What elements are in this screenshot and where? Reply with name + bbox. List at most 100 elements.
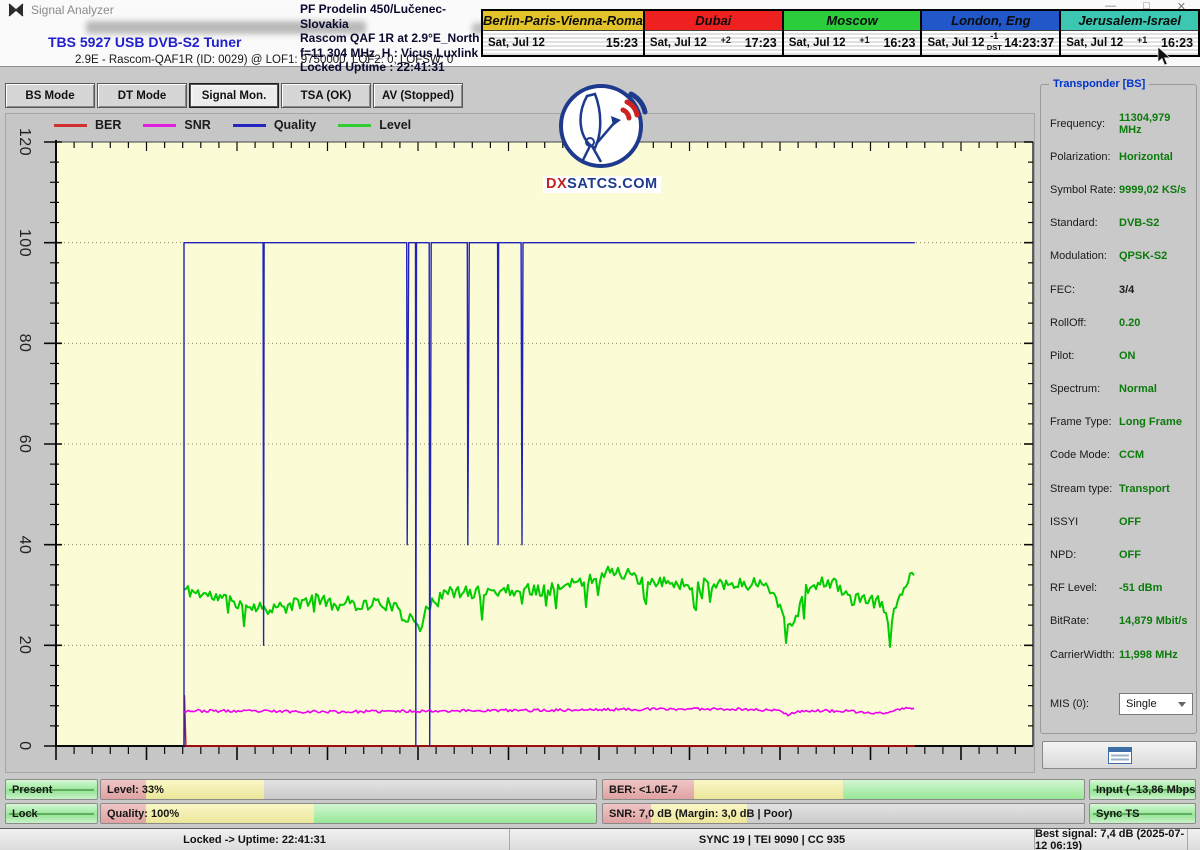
bar-level: Level: 33% (100, 779, 597, 800)
tab-bs-mode[interactable]: BS Mode (5, 83, 95, 108)
bar-snr: SNR: 7,0 dB (Margin: 3,0 dB | Poor) (602, 803, 1085, 824)
transponder-row: FEC:3/4 (1041, 273, 1196, 306)
signal-monitor-chart: BERSNRQualityLevel 020406080100120 (5, 113, 1035, 773)
field-label: Polarization: (1041, 151, 1119, 163)
mode-tabs: BS ModeDT ModeSignal Mon.TSA (OK)AV (Sto… (5, 83, 463, 108)
statusbar-spacer (1188, 829, 1200, 850)
bar-sync-ts: Sync TS (1089, 803, 1196, 824)
bar-quality: Quality: 100% (100, 803, 597, 824)
transponder-row: Symbol Rate:9999,02 KS/s (1041, 173, 1196, 206)
bar-ber: BER: <1.0E-7 (602, 779, 1085, 800)
field-value: 3/4 (1119, 284, 1134, 296)
bar-label: BER: <1.0E-7 (609, 780, 678, 800)
transponder-row: Stream type:Transport (1041, 472, 1196, 505)
info-line: Locked Uptime : 22:41:31 (300, 60, 485, 75)
tab-dt-mode[interactable]: DT Mode (97, 83, 187, 108)
legend-item-ber: BER (54, 118, 121, 132)
app-icon (8, 3, 24, 17)
y-tick-label: 120 (17, 125, 33, 159)
transponder-row: NPD:OFF (1041, 538, 1196, 571)
field-value: OFF (1119, 549, 1141, 561)
tab-signal-mon-[interactable]: Signal Mon. (189, 83, 279, 108)
transponder-panel: Transponder [BS] Frequency:11304,979 MHz… (1040, 84, 1197, 734)
bar-label: Input (~13,86 Mbps) (1096, 780, 1196, 800)
clock-time-row: Sat, Jul 12+116:23 (784, 30, 921, 55)
transponder-row: Pilot:ON (1041, 339, 1196, 372)
field-value: CCM (1119, 449, 1144, 461)
chart-plot (6, 114, 1036, 774)
field-label: Pilot: (1041, 350, 1119, 362)
clock-city-label: Jerusalem-Israel (1061, 11, 1198, 30)
clock-time: 16:23 (883, 36, 915, 50)
statusbar: Locked -> Uptime: 22:41:31 SYNC 19 | TEI… (0, 828, 1200, 850)
field-value: 14,879 Mbit/s (1119, 615, 1187, 627)
transport-stream-button[interactable] (1042, 741, 1197, 769)
clock-time: 17:23 (745, 36, 777, 50)
legend-swatch (143, 124, 176, 127)
clock-time-row: Sat, Jul 12-1DST14:23:37 (922, 30, 1059, 55)
legend-item-level: Level (338, 118, 411, 132)
satellite-dish-icon (543, 82, 659, 170)
clock-offset-value: +1 (859, 35, 869, 45)
field-value: DVB-S2 (1119, 217, 1159, 229)
clock-utc-offset: -1DST (984, 35, 1004, 51)
field-value: Normal (1119, 383, 1157, 395)
field-value: 11,998 MHz (1119, 649, 1178, 661)
field-label: ISSYI (1041, 516, 1119, 528)
bar-lock: Lock (5, 803, 98, 824)
chart-legend: BER SNR Quality Level (54, 118, 411, 132)
field-label: Frequency: (1041, 118, 1119, 130)
field-value: 11304,979 MHz (1119, 112, 1196, 136)
tab-tsa-ok-[interactable]: TSA (OK) (281, 83, 371, 108)
bar-label: Level: 33% (107, 780, 164, 800)
field-label: Frame Type: (1041, 416, 1119, 428)
y-tick-label: 0 (17, 729, 33, 763)
clock-offset-value: +1 (1137, 35, 1147, 45)
transponder-row: Standard:DVB-S2 (1041, 207, 1196, 240)
list-icon (1108, 747, 1132, 764)
clock-city-label: London, Eng (922, 11, 1059, 30)
window-title: Signal Analyzer (31, 3, 114, 17)
tab-av-stopped-[interactable]: AV (Stopped) (373, 83, 463, 108)
transponder-row: Frame Type:Long Frame (1041, 406, 1196, 439)
statusbar-uptime: Locked -> Uptime: 22:41:31 (0, 829, 510, 850)
clock-date: Sat, Jul 12 (488, 37, 545, 49)
clock-dst-label: DST (984, 44, 1004, 51)
field-value: QPSK-S2 (1119, 250, 1167, 262)
clock-utc-offset: +2 (707, 39, 745, 48)
field-value: 0.20 (1119, 317, 1140, 329)
clock-time-row: Sat, Jul 1215:23 (483, 30, 643, 55)
y-tick-label: 20 (17, 628, 33, 662)
clock-dubai: DubaiSat, Jul 12+217:23 (645, 11, 782, 55)
legend-swatch (233, 124, 266, 127)
legend-label: Level (379, 118, 411, 132)
field-label: Modulation: (1041, 250, 1119, 262)
bar-segment-yellow (694, 780, 843, 799)
field-label: Stream type: (1041, 483, 1119, 495)
bar-label: Quality: 100% (107, 804, 179, 824)
legend-item-snr: SNR (143, 118, 210, 132)
transponder-row: Polarization:Horizontal (1041, 140, 1196, 173)
bar-label: Present (12, 780, 52, 800)
clock-city-label: Dubai (645, 11, 782, 30)
info-line: f=11 304 MHz_H : Vicus Luxlink (300, 46, 485, 61)
transponder-row-mis: MIS (0):Single (1041, 687, 1196, 720)
clock-utc-offset: +1 (846, 39, 884, 48)
clock-offset-value: -1 (990, 31, 998, 41)
transponder-row: RollOff:0.20 (1041, 306, 1196, 339)
mis-dropdown[interactable]: Single (1119, 693, 1193, 715)
legend-label: Quality (274, 118, 316, 132)
y-tick-label: 80 (17, 326, 33, 360)
bar-label: Lock (12, 804, 38, 824)
field-label: CarrierWidth: (1041, 649, 1119, 661)
transponder-fields: Frequency:11304,979 MHzPolarization:Hori… (1041, 107, 1196, 720)
field-label: RollOff: (1041, 317, 1119, 329)
world-clocks: Berlin-Paris-Vienna-RomaSat, Jul 1215:23… (481, 9, 1200, 57)
field-label: Code Mode: (1041, 449, 1119, 461)
satellite-info-block: PF Prodelin 450/Lučenec-SlovakiaRascom Q… (300, 2, 485, 75)
transponder-panel-title: Transponder [BS] (1049, 78, 1149, 90)
field-label: RF Level: (1041, 582, 1119, 594)
field-value: ON (1119, 350, 1136, 362)
field-value: Transport (1119, 483, 1170, 495)
transponder-row: Frequency:11304,979 MHz (1041, 107, 1196, 140)
